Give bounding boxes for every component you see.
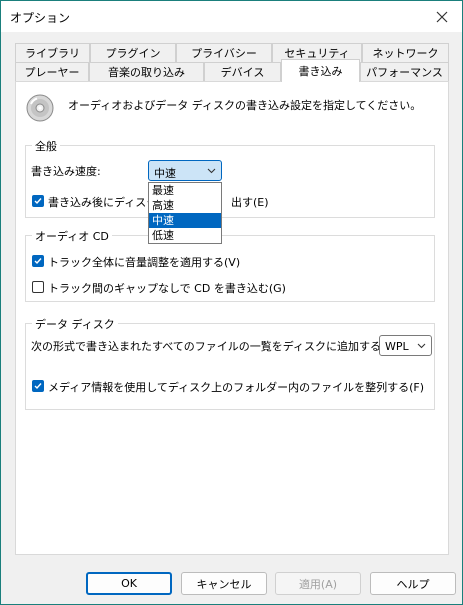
burn-speed-value: 中速 <box>154 167 176 180</box>
gapless-burn-checkbox[interactable] <box>32 281 44 293</box>
tab-library[interactable]: ライブラリ <box>15 43 90 63</box>
eject-after-burn-checkbox[interactable] <box>32 195 44 207</box>
audio-cd-group: オーディオ CD トラック全体に音量調整を適用する(V) トラック間のギャップな… <box>25 228 435 302</box>
chevron-down-icon <box>207 168 216 174</box>
options-window: オプション ライブラリ プラグイン プライバシー セキュリティ ネットワーク プ… <box>0 0 463 605</box>
organize-files-checkbox[interactable] <box>32 380 44 392</box>
data-disc-group: データ ディスク 次の形式で書き込まれたすべてのファイルの一覧をディスクに追加す… <box>25 316 435 410</box>
tab-plugins[interactable]: プラグイン <box>90 43 176 63</box>
window-title: オプション <box>10 11 71 25</box>
page-description: オーディオおよびデータ ディスクの書き込み設定を指定してください。 <box>68 99 422 112</box>
data-disc-group-title: データ ディスク <box>32 316 118 332</box>
playlist-format-label: 次の形式で書き込まれたすべてのファイルの一覧をディスクに追加する: <box>31 340 385 353</box>
apply-button[interactable]: 適用(A) <box>275 572 361 595</box>
speed-option-medium[interactable]: 中速 <box>149 213 221 228</box>
burn-speed-select[interactable]: 中速 <box>148 160 222 181</box>
close-icon <box>436 11 448 22</box>
organize-files-label: メディア情報を使用してディスク上のフォルダー内のファイルを整列する(F) <box>48 381 425 394</box>
help-button[interactable]: ヘルプ <box>370 572 456 595</box>
tab-rip-music[interactable]: 音楽の取り込み <box>89 62 204 82</box>
general-group-title: 全般 <box>32 138 60 154</box>
cd-icon <box>26 94 54 122</box>
general-group: 全般 書き込み速度: 書き込み後にディスク 出す(E) <box>25 138 435 218</box>
burn-speed-label: 書き込み速度: <box>31 165 101 178</box>
playlist-format-value: WPL <box>385 340 409 353</box>
tab-player[interactable]: プレーヤー <box>15 62 89 82</box>
cancel-button[interactable]: キャンセル <box>181 572 267 595</box>
burn-settings-panel: オーディオおよびデータ ディスクの書き込み設定を指定してください。 全般 書き込… <box>15 81 449 555</box>
tab-devices[interactable]: デバイス <box>204 62 281 82</box>
tab-network[interactable]: ネットワーク <box>362 43 449 63</box>
checkmark-icon <box>34 258 42 265</box>
tab-burn[interactable]: 書き込み <box>281 59 360 82</box>
playlist-format-select[interactable]: WPL <box>379 335 432 356</box>
gapless-burn-label: トラック間のギャップなしで CD を書き込む(G) <box>48 282 286 295</box>
tab-privacy[interactable]: プライバシー <box>176 43 272 63</box>
volume-leveling-checkbox[interactable] <box>32 255 44 267</box>
audio-cd-group-title: オーディオ CD <box>32 228 112 244</box>
chevron-down-icon <box>417 343 426 349</box>
title-bar: オプション <box>1 1 462 32</box>
volume-leveling-label: トラック全体に音量調整を適用する(V) <box>48 256 241 269</box>
speed-option-fastest[interactable]: 最速 <box>149 183 221 198</box>
checkmark-icon <box>34 198 42 205</box>
eject-after-burn-label-end: 出す(E) <box>231 196 269 209</box>
burn-speed-dropdown: 最速 高速 中速 低速 <box>148 182 222 244</box>
speed-option-fast[interactable]: 高速 <box>149 198 221 213</box>
checkmark-icon <box>34 383 42 390</box>
eject-after-burn-label: 書き込み後にディスク <box>48 196 158 209</box>
ok-button[interactable]: OK <box>86 572 172 595</box>
speed-option-slow[interactable]: 低速 <box>149 228 221 243</box>
close-button[interactable] <box>422 1 462 32</box>
tab-performance[interactable]: パフォーマンス <box>360 62 449 82</box>
